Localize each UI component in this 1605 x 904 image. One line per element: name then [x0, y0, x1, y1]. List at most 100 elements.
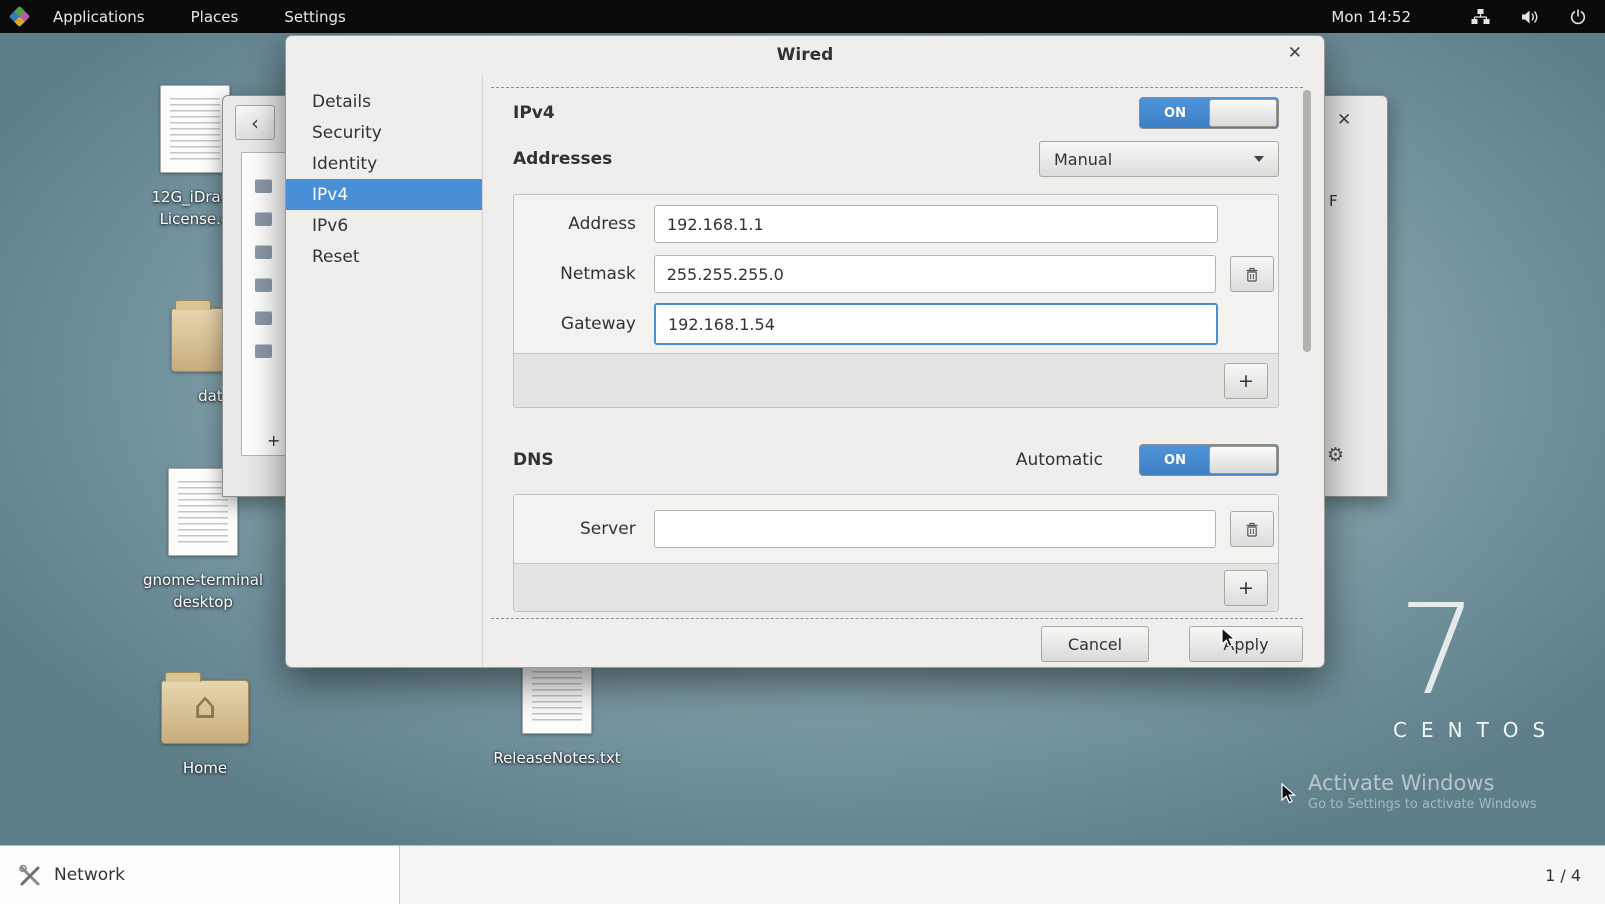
trash-icon [1244, 266, 1260, 283]
address-input[interactable] [654, 205, 1218, 243]
dns-automatic-toggle[interactable]: ON [1139, 444, 1279, 476]
tools-icon [18, 863, 42, 887]
add-connection-button[interactable]: + [267, 431, 280, 450]
gateway-input[interactable] [654, 303, 1218, 345]
menu-applications[interactable]: Applications [41, 2, 157, 32]
sidebar-item-details[interactable]: Details [286, 86, 482, 117]
system-tray [1471, 8, 1587, 26]
toggle-on-label: ON [1140, 445, 1210, 475]
addresses-section-label: Addresses [513, 149, 612, 169]
netmask-label: Netmask [528, 264, 636, 284]
netmask-input[interactable] [654, 255, 1216, 293]
background-window-right: ✕ F ⚙ [1322, 95, 1388, 497]
dialog-scrollbar[interactable] [1303, 87, 1311, 618]
workspace-pager[interactable]: 1 / 4 [1545, 866, 1605, 885]
dialog-titlebar[interactable]: Wired ✕ [286, 36, 1324, 74]
back-icon: ‹ [251, 111, 259, 135]
addresses-group: Address Netmask [513, 194, 1279, 408]
list-item-icon[interactable] [255, 278, 272, 292]
desktop-screen: Applications Places Settings Mon 14:52 [0, 0, 1605, 904]
desktop-icon-label: gnome-terminal desktop [143, 570, 263, 614]
network-tray-icon[interactable] [1471, 8, 1490, 25]
mouse-cursor [1281, 783, 1303, 807]
close-icon[interactable]: ✕ [1337, 110, 1351, 130]
addresses-header-row: Addresses Manual [513, 140, 1279, 178]
menu-places[interactable]: Places [179, 2, 251, 32]
scroll-area-bottom-edge [491, 618, 1303, 619]
power-tray-icon[interactable] [1569, 8, 1587, 26]
address-row: Address [528, 204, 1274, 244]
address-label: Address [528, 214, 636, 234]
desktop-icon-home[interactable]: ⌂ Home [125, 668, 285, 780]
background-window-left: ‹ + [222, 95, 286, 497]
home-folder-icon: ⌂ [161, 680, 249, 744]
add-address-button[interactable]: + [1224, 363, 1268, 399]
top-bar: Applications Places Settings Mon 14:52 [0, 0, 1605, 33]
dns-group: Server + [513, 494, 1279, 612]
cancel-button[interactable]: Cancel [1041, 626, 1149, 662]
close-icon[interactable]: ✕ [1288, 45, 1302, 62]
gateway-label: Gateway [528, 314, 636, 334]
distro-logo-icon [9, 6, 30, 27]
dns-group-footer: + [514, 563, 1278, 611]
add-dns-server-button[interactable]: + [1224, 570, 1268, 606]
house-icon: ⌂ [162, 689, 248, 725]
dropdown-value: Manual [1054, 150, 1112, 169]
activate-watermark: Activate Windows Go to Settings to activ… [1308, 771, 1537, 812]
server-label: Server [528, 519, 636, 539]
toggle-on-label: ON [1140, 98, 1210, 128]
gateway-row: Gateway [528, 304, 1274, 344]
list-item-icon[interactable] [255, 344, 272, 358]
address-method-dropdown[interactable]: Manual [1039, 141, 1279, 177]
volume-tray-icon[interactable] [1520, 9, 1539, 25]
list-item-icon[interactable] [255, 245, 272, 259]
watermark-line2: Go to Settings to activate Windows [1308, 797, 1537, 812]
watermark-line1: Activate Windows [1308, 771, 1537, 795]
mouse-cursor [1221, 627, 1243, 651]
toggle-knob[interactable] [1209, 99, 1277, 127]
scroll-area-top-edge [491, 87, 1303, 88]
dns-header-row: DNS Automatic ON [513, 442, 1279, 478]
clock[interactable]: Mon 14:52 [1331, 8, 1411, 26]
sidebar-item-ipv6[interactable]: IPv6 [286, 210, 482, 241]
ipv4-header-row: IPv4 ON [513, 96, 1279, 130]
dns-section-label: DNS [513, 450, 554, 470]
sidebar-item-reset[interactable]: Reset [286, 241, 482, 272]
taskbar-item-network[interactable]: Network [0, 846, 400, 904]
document-icon [160, 85, 230, 173]
trash-icon [1244, 521, 1260, 538]
back-button[interactable]: ‹ [235, 105, 275, 140]
dialog-sidebar: Details Security Identity IPv4 IPv6 Rese… [286, 74, 483, 667]
delete-server-button[interactable] [1230, 511, 1274, 547]
sidebar-item-ipv4[interactable]: IPv4 [286, 179, 482, 210]
desktop-icon-label: Home [183, 758, 227, 780]
truncated-label: F [1329, 192, 1338, 210]
netmask-row: Netmask [528, 254, 1274, 294]
apply-button[interactable]: Apply [1189, 626, 1303, 662]
list-item-icon[interactable] [255, 311, 272, 325]
taskbar-item-label: Network [54, 865, 125, 885]
dns-server-row: Server [528, 509, 1274, 549]
addresses-group-footer: + [514, 353, 1278, 407]
ipv4-toggle[interactable]: ON [1139, 97, 1279, 129]
list-item-icon[interactable] [255, 212, 272, 226]
menu-settings[interactable]: Settings [272, 2, 358, 32]
connection-list [241, 152, 285, 456]
dialog-title: Wired [777, 45, 834, 65]
sidebar-item-security[interactable]: Security [286, 117, 482, 148]
ipv4-section-label: IPv4 [513, 103, 555, 123]
dns-server-input[interactable] [654, 510, 1216, 548]
centos-numeral: 7 [1398, 588, 1478, 713]
sidebar-item-identity[interactable]: Identity [286, 148, 482, 179]
toggle-knob[interactable] [1209, 446, 1277, 474]
desktop-icon-label: ReleaseNotes.txt [493, 748, 620, 770]
bottom-taskbar: Network 1 / 4 [0, 845, 1605, 904]
list-item-icon[interactable] [255, 179, 272, 193]
dns-automatic-label: Automatic [1016, 450, 1103, 470]
gear-icon[interactable]: ⚙ [1327, 444, 1344, 466]
scrollbar-thumb[interactable] [1303, 90, 1311, 352]
chevron-down-icon [1254, 156, 1264, 162]
wired-dialog: Wired ✕ Details Security Identity IPv4 I… [285, 35, 1325, 668]
delete-address-button[interactable] [1230, 256, 1274, 292]
centos-wordmark: CENTOS [1393, 718, 1559, 742]
